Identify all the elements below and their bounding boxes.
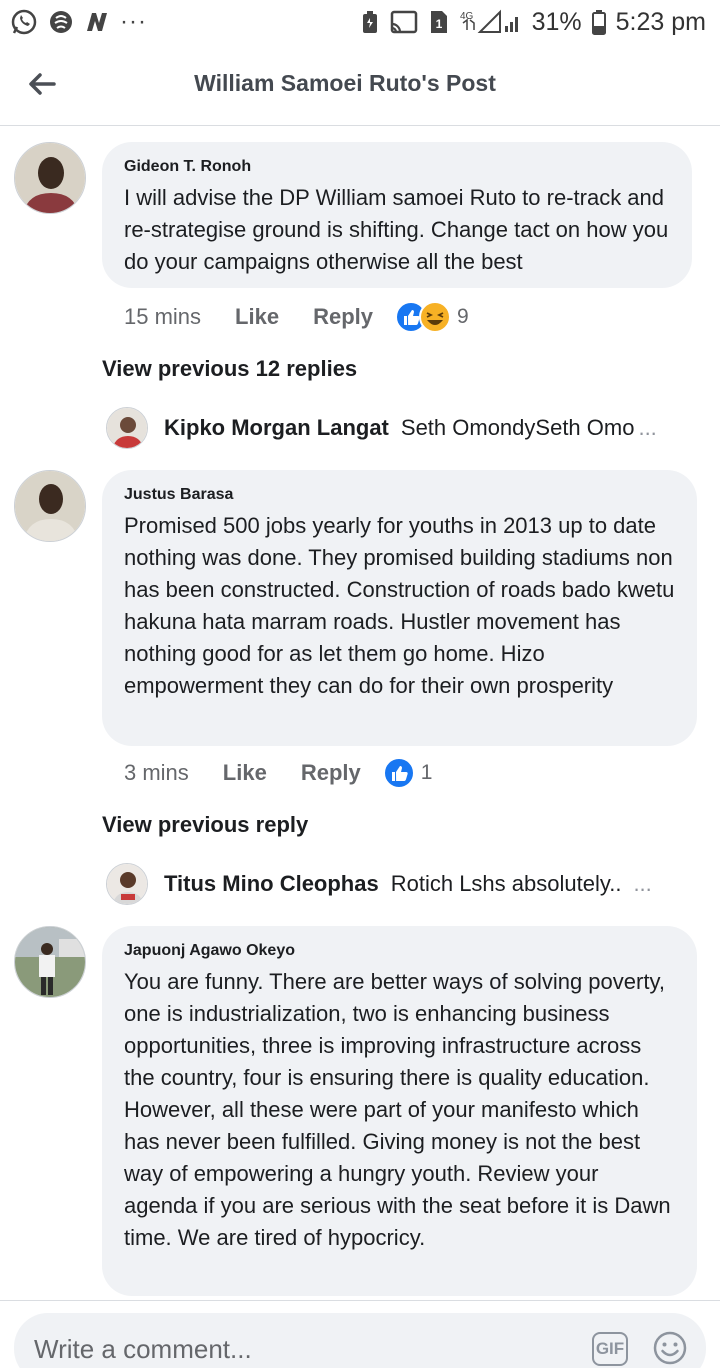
comment-bubble: Gideon T. Ronoh I will advise the DP Wil…: [102, 142, 692, 288]
comment-author[interactable]: Japuonj Agawo Okeyo: [124, 940, 675, 962]
comment-actions: 3 mins Like Reply 1: [124, 756, 432, 790]
comment-actions: 15 mins Like Reply 9: [124, 300, 469, 334]
clock: 5:23 pm: [615, 7, 706, 36]
comment-author[interactable]: Justus Barasa: [124, 484, 675, 506]
emoji-button[interactable]: [652, 1330, 688, 1366]
reply-ellipsis: ...: [633, 871, 652, 896]
battery-icon: [591, 9, 606, 35]
comment-text: You are funny. There are better ways of …: [124, 969, 671, 1250]
like-button[interactable]: Like: [235, 304, 279, 330]
comment-text: I will advise the DP William samoei Ruto…: [124, 185, 669, 274]
cast-icon: [390, 10, 418, 34]
post-header: William Samoei Ruto's Post: [0, 44, 720, 126]
reaction-count: 9: [457, 305, 469, 328]
reaction-count: 1: [420, 761, 433, 784]
reply-snippet: Seth OmondySeth Omo: [400, 415, 635, 440]
avatar[interactable]: [14, 470, 86, 542]
haha-icon: [419, 301, 451, 333]
comment-time[interactable]: 3 mins: [124, 760, 189, 786]
reply-avatar: [106, 407, 148, 449]
gif-button[interactable]: GIF: [592, 1332, 628, 1366]
reply-author[interactable]: Titus Mino Cleophas: [164, 871, 379, 897]
like-icon: [382, 757, 415, 789]
comment-composer: GIF: [0, 1300, 720, 1368]
status-bar: ··· 1 4G 31% 5:23 pm: [0, 0, 720, 44]
more-notifications-icon: ···: [120, 8, 147, 35]
reactions-summary[interactable]: 1: [382, 757, 433, 789]
reply-preview[interactable]: Kipko Morgan Langat Seth OmondySeth Omo …: [106, 406, 706, 450]
battery-percent: 31%: [531, 7, 582, 36]
comment-text: Promised 500 jobs yearly for youths in 2…: [124, 513, 675, 698]
composer-box: GIF: [14, 1313, 706, 1368]
news-app-icon: [84, 9, 110, 35]
whatsapp-icon: [10, 8, 38, 36]
reply-ellipsis: ...: [638, 415, 657, 440]
app-notification-icon: [48, 9, 74, 35]
view-previous-replies[interactable]: View previous reply: [102, 812, 308, 838]
avatar[interactable]: [14, 142, 86, 214]
sim-number: 1: [435, 17, 442, 31]
avatar[interactable]: [14, 926, 86, 998]
reply-button[interactable]: Reply: [301, 760, 361, 786]
comment-author[interactable]: Gideon T. Ronoh: [124, 156, 670, 178]
comment-bubble: Japuonj Agawo Okeyo You are funny. There…: [102, 926, 697, 1296]
reply-snippet: Rotich Lshs absolutely..: [390, 871, 622, 896]
comment-bubble: Justus Barasa Promised 500 jobs yearly f…: [102, 470, 697, 746]
emoji-icon: [653, 1331, 687, 1365]
comment-time[interactable]: 15 mins: [124, 304, 201, 330]
reply-author[interactable]: Kipko Morgan Langat: [164, 415, 389, 441]
battery-saver-icon: [360, 9, 380, 35]
comment-input[interactable]: [34, 1331, 554, 1367]
like-button[interactable]: Like: [223, 760, 267, 786]
page-title: William Samoei Ruto's Post: [194, 70, 496, 96]
signal-icon: 4G: [460, 8, 522, 36]
reactions-summary[interactable]: 9: [395, 301, 469, 333]
view-previous-replies[interactable]: View previous 12 replies: [102, 356, 357, 382]
reply-preview[interactable]: Titus Mino Cleophas Rotich Lshs absolute…: [106, 862, 706, 906]
reply-button[interactable]: Reply: [313, 304, 373, 330]
reply-avatar: [106, 863, 148, 905]
sim-icon: 1: [428, 9, 450, 35]
